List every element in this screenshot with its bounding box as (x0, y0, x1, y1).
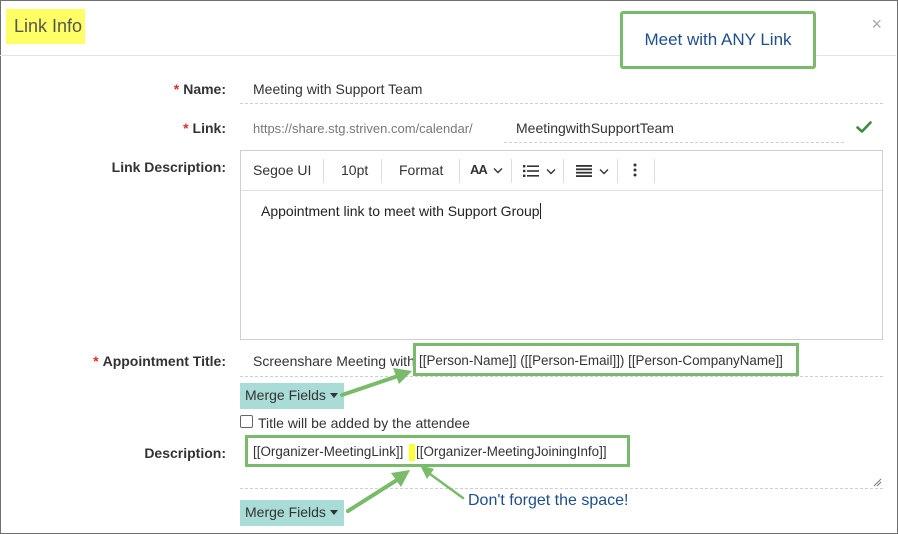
resize-handle-icon[interactable] (872, 477, 882, 487)
chevron-down-icon (599, 169, 609, 175)
description-value-part2: [[Organizer-MeetingJoiningInfo]] (416, 444, 607, 459)
link-label: * Link: (183, 120, 226, 136)
name-label: * Name: (173, 81, 226, 97)
callout-text: Meet with ANY Link (644, 30, 792, 49)
toolbar-divider (323, 159, 324, 183)
toolbar-divider (381, 159, 382, 183)
editor-content[interactable]: Appointment link to meet with Support Gr… (261, 203, 541, 219)
rich-text-editor[interactable]: Segoe UI 10pt Format AA Appointment link… (240, 150, 883, 340)
caret-down-icon (329, 510, 338, 515)
toolbar-divider (511, 159, 512, 183)
space-highlight (409, 444, 415, 461)
merge-fields-description-button[interactable]: Merge Fields (240, 500, 344, 526)
align-icon (576, 165, 592, 177)
text-size-button[interactable]: AA (470, 162, 503, 177)
more-vertical-icon (633, 163, 637, 177)
description-value-part1: [[Organizer-MeetingLink]] (253, 444, 404, 459)
text-caret (539, 203, 541, 219)
toolbar-divider (617, 159, 618, 183)
title-by-attendee-checkbox[interactable] (240, 415, 253, 428)
bulleted-list-icon (523, 165, 539, 177)
callout-meet-any-link: Meet with ANY Link (620, 11, 816, 69)
appointment-title-merge-value: [[Person-Name]] ([[Person-Email]]) [[Per… (419, 353, 783, 368)
link-description-label: Link Description: (111, 159, 226, 175)
font-size-dropdown[interactable]: 10pt (341, 162, 368, 178)
description-label: Description: (144, 445, 226, 461)
toolbar-divider (563, 159, 564, 183)
close-icon[interactable]: × (871, 14, 882, 35)
toolbar-divider (654, 159, 655, 183)
chevron-down-icon (493, 168, 503, 174)
name-value: Meeting with Support Team (253, 81, 423, 97)
link-slug-value: MeetingwithSupportTeam (516, 120, 674, 136)
checkmark-icon (856, 121, 872, 133)
more-options-button[interactable] (633, 163, 637, 180)
title-by-attendee-label: Title will be added by the attendee (258, 415, 470, 431)
merge-fields-title-button[interactable]: Merge Fields (240, 383, 344, 409)
font-family-dropdown[interactable]: Segoe UI (253, 162, 311, 178)
editor-toolbar: Segoe UI 10pt Format AA (241, 151, 882, 191)
link-prefix: https://share.stg.striven.com/calendar/ (253, 121, 473, 136)
space-note: Don't forget the space! (468, 492, 629, 509)
chevron-down-icon (546, 169, 556, 175)
bulleted-list-button[interactable] (523, 164, 556, 180)
align-button[interactable] (576, 164, 609, 180)
format-dropdown[interactable]: Format (399, 162, 443, 178)
appointment-title-prefix: Screenshare Meeting with (253, 353, 415, 369)
caret-down-icon (329, 393, 338, 398)
dialog-title: Link Info (14, 16, 83, 36)
toolbar-divider (459, 159, 460, 183)
appointment-title-label: * Appointment Title: (93, 353, 226, 369)
